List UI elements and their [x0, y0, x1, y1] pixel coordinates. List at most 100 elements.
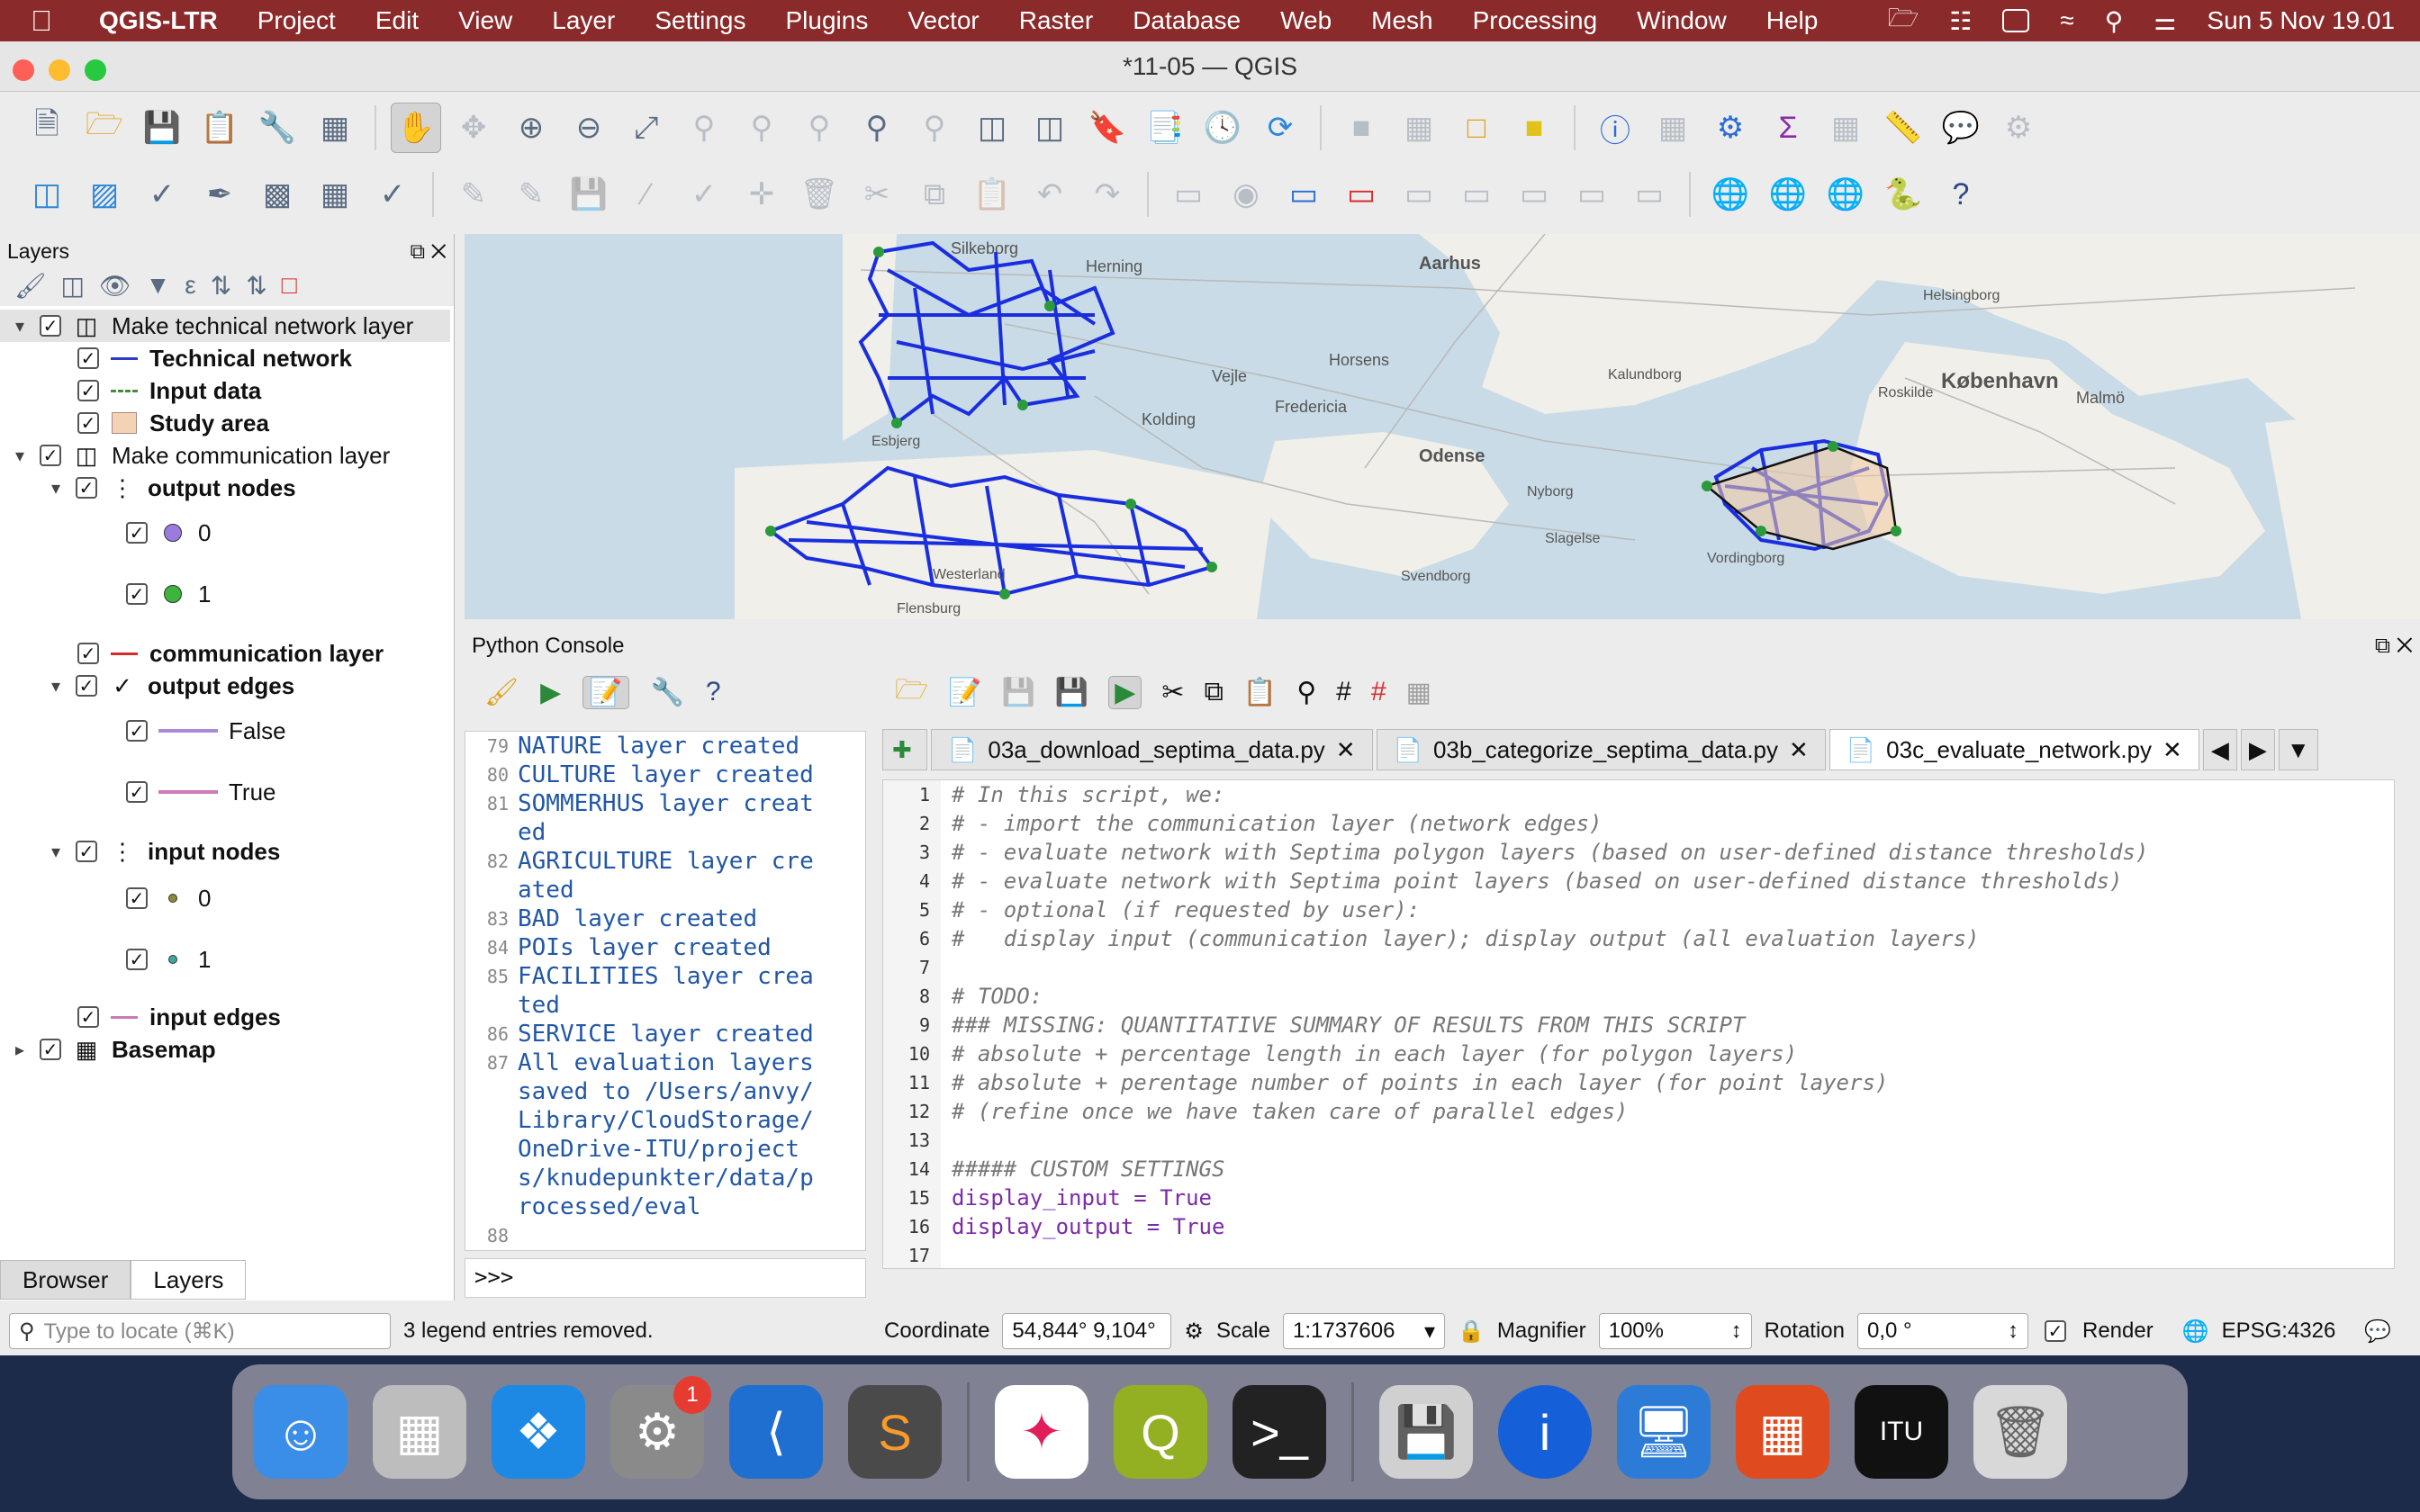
legend-checkbox[interactable]: ✓	[126, 949, 148, 970]
editor-tab-active[interactable]: 📄 03c_evaluate_network.py ✕	[1829, 729, 2199, 770]
zoom-to-selection-icon[interactable]: ⚲	[679, 103, 729, 153]
info-icon[interactable]: i	[1498, 1385, 1592, 1479]
layer-checkbox[interactable]: ✓	[76, 477, 97, 499]
apple-icon[interactable]: 	[31, 4, 74, 38]
zoom-to-layer-icon[interactable]: ⚲	[736, 103, 787, 153]
expand-arrow-icon[interactable]: ▾	[9, 445, 31, 467]
layer-checkbox[interactable]: ✓	[40, 315, 61, 337]
legend-item[interactable]: ✓ 0	[117, 517, 211, 549]
deselect-all-icon[interactable]: □	[1451, 103, 1502, 153]
layer-checkbox[interactable]: ✓	[76, 675, 97, 697]
highlight-pinned-labels-icon[interactable]: ▭	[1278, 169, 1329, 220]
show-editor-icon[interactable]: 📝	[582, 675, 629, 709]
select-by-location-icon[interactable]: ■	[1509, 103, 1559, 153]
coordinate-field[interactable]: 54,844° 9,104°	[1002, 1313, 1172, 1349]
globe-icon[interactable]: 🌐	[2182, 1318, 2209, 1345]
new-print-layout-icon[interactable]: 📋	[194, 103, 245, 153]
app-menu[interactable]: QGIS-LTR	[74, 6, 238, 35]
layer-tree-item[interactable]: ▸ ✓ ▦ Basemap	[0, 1033, 216, 1066]
layer-tree-item[interactable]: ✓ Study area	[68, 407, 269, 439]
new-3d-map-view-icon[interactable]: ◫	[1025, 103, 1075, 153]
zoom-next-icon[interactable]: ⚲	[909, 103, 960, 153]
tab-browser[interactable]: Browser	[0, 1260, 131, 1300]
qgis-icon[interactable]: Q	[1114, 1385, 1207, 1479]
options-icon[interactable]: 🔧	[651, 677, 684, 708]
uncomment-icon[interactable]: #	[1371, 677, 1386, 707]
editor-tab[interactable]: 📄 03b_categorize_septima_data.py ✕	[1376, 729, 1826, 770]
select-features-icon[interactable]: ■	[1336, 103, 1386, 153]
remove-layer-icon[interactable]: □	[282, 271, 297, 300]
remote-desktop-icon[interactable]: 🖥	[1617, 1385, 1711, 1479]
battery-icon[interactable]	[2002, 9, 2030, 32]
legend-item[interactable]: ✓ False	[117, 715, 286, 747]
menu-processing[interactable]: Processing	[1453, 6, 1618, 35]
trash-icon[interactable]: 🗑	[1973, 1385, 2067, 1479]
save-edits-icon[interactable]: 💾	[564, 169, 614, 220]
finder-icon[interactable]: ☺	[254, 1385, 348, 1479]
processing-toolbox-icon[interactable]: ⚙	[1705, 103, 1756, 153]
show-bookmarks-icon[interactable]: 📑	[1140, 103, 1190, 153]
layout-manager-icon[interactable]: ▦	[310, 103, 360, 153]
attribute-table-icon[interactable]: ▦	[1648, 103, 1698, 153]
temporal-controller-icon[interactable]: 🕓	[1197, 103, 1248, 153]
zoom-full-icon[interactable]: ⤢	[621, 103, 672, 153]
add-wfs-layer-icon[interactable]: 🌐	[1763, 169, 1813, 220]
new-tab-button[interactable]: ✚	[882, 729, 927, 770]
scroll-tabs-right-icon[interactable]: ▶	[2240, 729, 2275, 770]
scale-combo[interactable]: 1:1737606 ▾	[1282, 1313, 1445, 1349]
editor-tab[interactable]: 📄 03a_download_septima_data.py ✕	[931, 729, 1373, 770]
menu-view[interactable]: View	[438, 6, 532, 35]
open-in-external-editor-icon[interactable]: 📝	[948, 677, 981, 708]
new-memory-layer-icon[interactable]: ▦	[310, 169, 360, 220]
expand-arrow-icon[interactable]: ▾	[9, 315, 31, 338]
cut-features-icon[interactable]: ✂	[852, 169, 902, 220]
rotate-label-icon[interactable]: ▭	[1567, 169, 1617, 220]
new-mesh-layer-icon[interactable]: ✓	[367, 169, 418, 220]
help-icon[interactable]: ?	[706, 677, 721, 707]
filter-expression-icon[interactable]: ε	[185, 271, 195, 300]
metasearch-icon[interactable]: 🌐	[1820, 169, 1871, 220]
rotation-spinbox[interactable]: 0,0 ° ↕	[1856, 1313, 2028, 1349]
microsoft-office-icon[interactable]: ▦	[1736, 1385, 1829, 1479]
redo-icon[interactable]: ↷	[1082, 169, 1133, 220]
layer-tree-item[interactable]: ✓ communication layer	[68, 637, 384, 670]
folder-icon[interactable]: 🗁	[1888, 0, 1919, 42]
layer-checkbox[interactable]: ✓	[77, 412, 99, 434]
paste-icon[interactable]: 📋	[1243, 677, 1277, 708]
add-wms-layer-icon[interactable]: 🌐	[1705, 169, 1756, 220]
statistical-summary-icon[interactable]: Σ	[1763, 103, 1813, 153]
expand-arrow-icon[interactable]: ▾	[45, 675, 67, 698]
menu-web[interactable]: Web	[1260, 6, 1351, 35]
layer-tree-item[interactable]: ✓ Technical network	[68, 342, 352, 374]
legend-checkbox[interactable]: ✓	[126, 887, 148, 909]
safari-icon[interactable]: ❖	[492, 1385, 585, 1479]
collapse-all-icon[interactable]: ⇅	[246, 271, 266, 301]
new-virtual-layer-icon[interactable]: ▩	[252, 169, 302, 220]
add-group-icon[interactable]: ◫	[61, 271, 85, 301]
save-project-icon[interactable]: 💾	[137, 103, 187, 153]
change-label-icon[interactable]: ▭	[1624, 169, 1675, 220]
current-edits-icon[interactable]: ✎	[448, 169, 499, 220]
close-tab-icon[interactable]: ✕	[2163, 736, 2182, 764]
menu-help[interactable]: Help	[1747, 6, 1838, 35]
menu-layer[interactable]: Layer	[532, 6, 635, 35]
comment-icon[interactable]: #	[1336, 677, 1351, 707]
layer-tree-group[interactable]: ▾ ✓ ◫ Make technical network layer	[0, 310, 450, 342]
run-command-icon[interactable]: ▶	[540, 677, 561, 708]
code-editor[interactable]: 1 # In this script, we: 2 # - import the c…	[882, 779, 2395, 1269]
filter-legend-icon[interactable]: ▼	[146, 271, 171, 300]
itu-files-icon[interactable]: ITU	[1855, 1385, 1948, 1479]
scroll-tabs-left-icon[interactable]: ◀	[2202, 729, 2237, 770]
console-input[interactable]: >>>	[465, 1258, 866, 1298]
refresh-icon[interactable]: ⟳	[1255, 103, 1305, 153]
layer-tree-item[interactable]: ✓ input edges	[68, 1001, 281, 1033]
modify-attributes-icon[interactable]: ✛	[736, 169, 787, 220]
zoom-out-icon[interactable]: ⊖	[564, 103, 614, 153]
menu-edit[interactable]: Edit	[356, 6, 438, 35]
layer-checkbox[interactable]: ✓	[40, 1039, 61, 1060]
layer-tree-group[interactable]: ▾ ✓ ◫ Make communication layer	[0, 439, 390, 472]
pan-to-selection-icon[interactable]: ✥	[448, 103, 499, 153]
vertex-tool-icon[interactable]: ✓	[679, 169, 729, 220]
menubar-clock[interactable]: Sun 5 Nov 19.01	[2207, 6, 2395, 35]
sublime-text-icon[interactable]: S	[848, 1385, 942, 1479]
